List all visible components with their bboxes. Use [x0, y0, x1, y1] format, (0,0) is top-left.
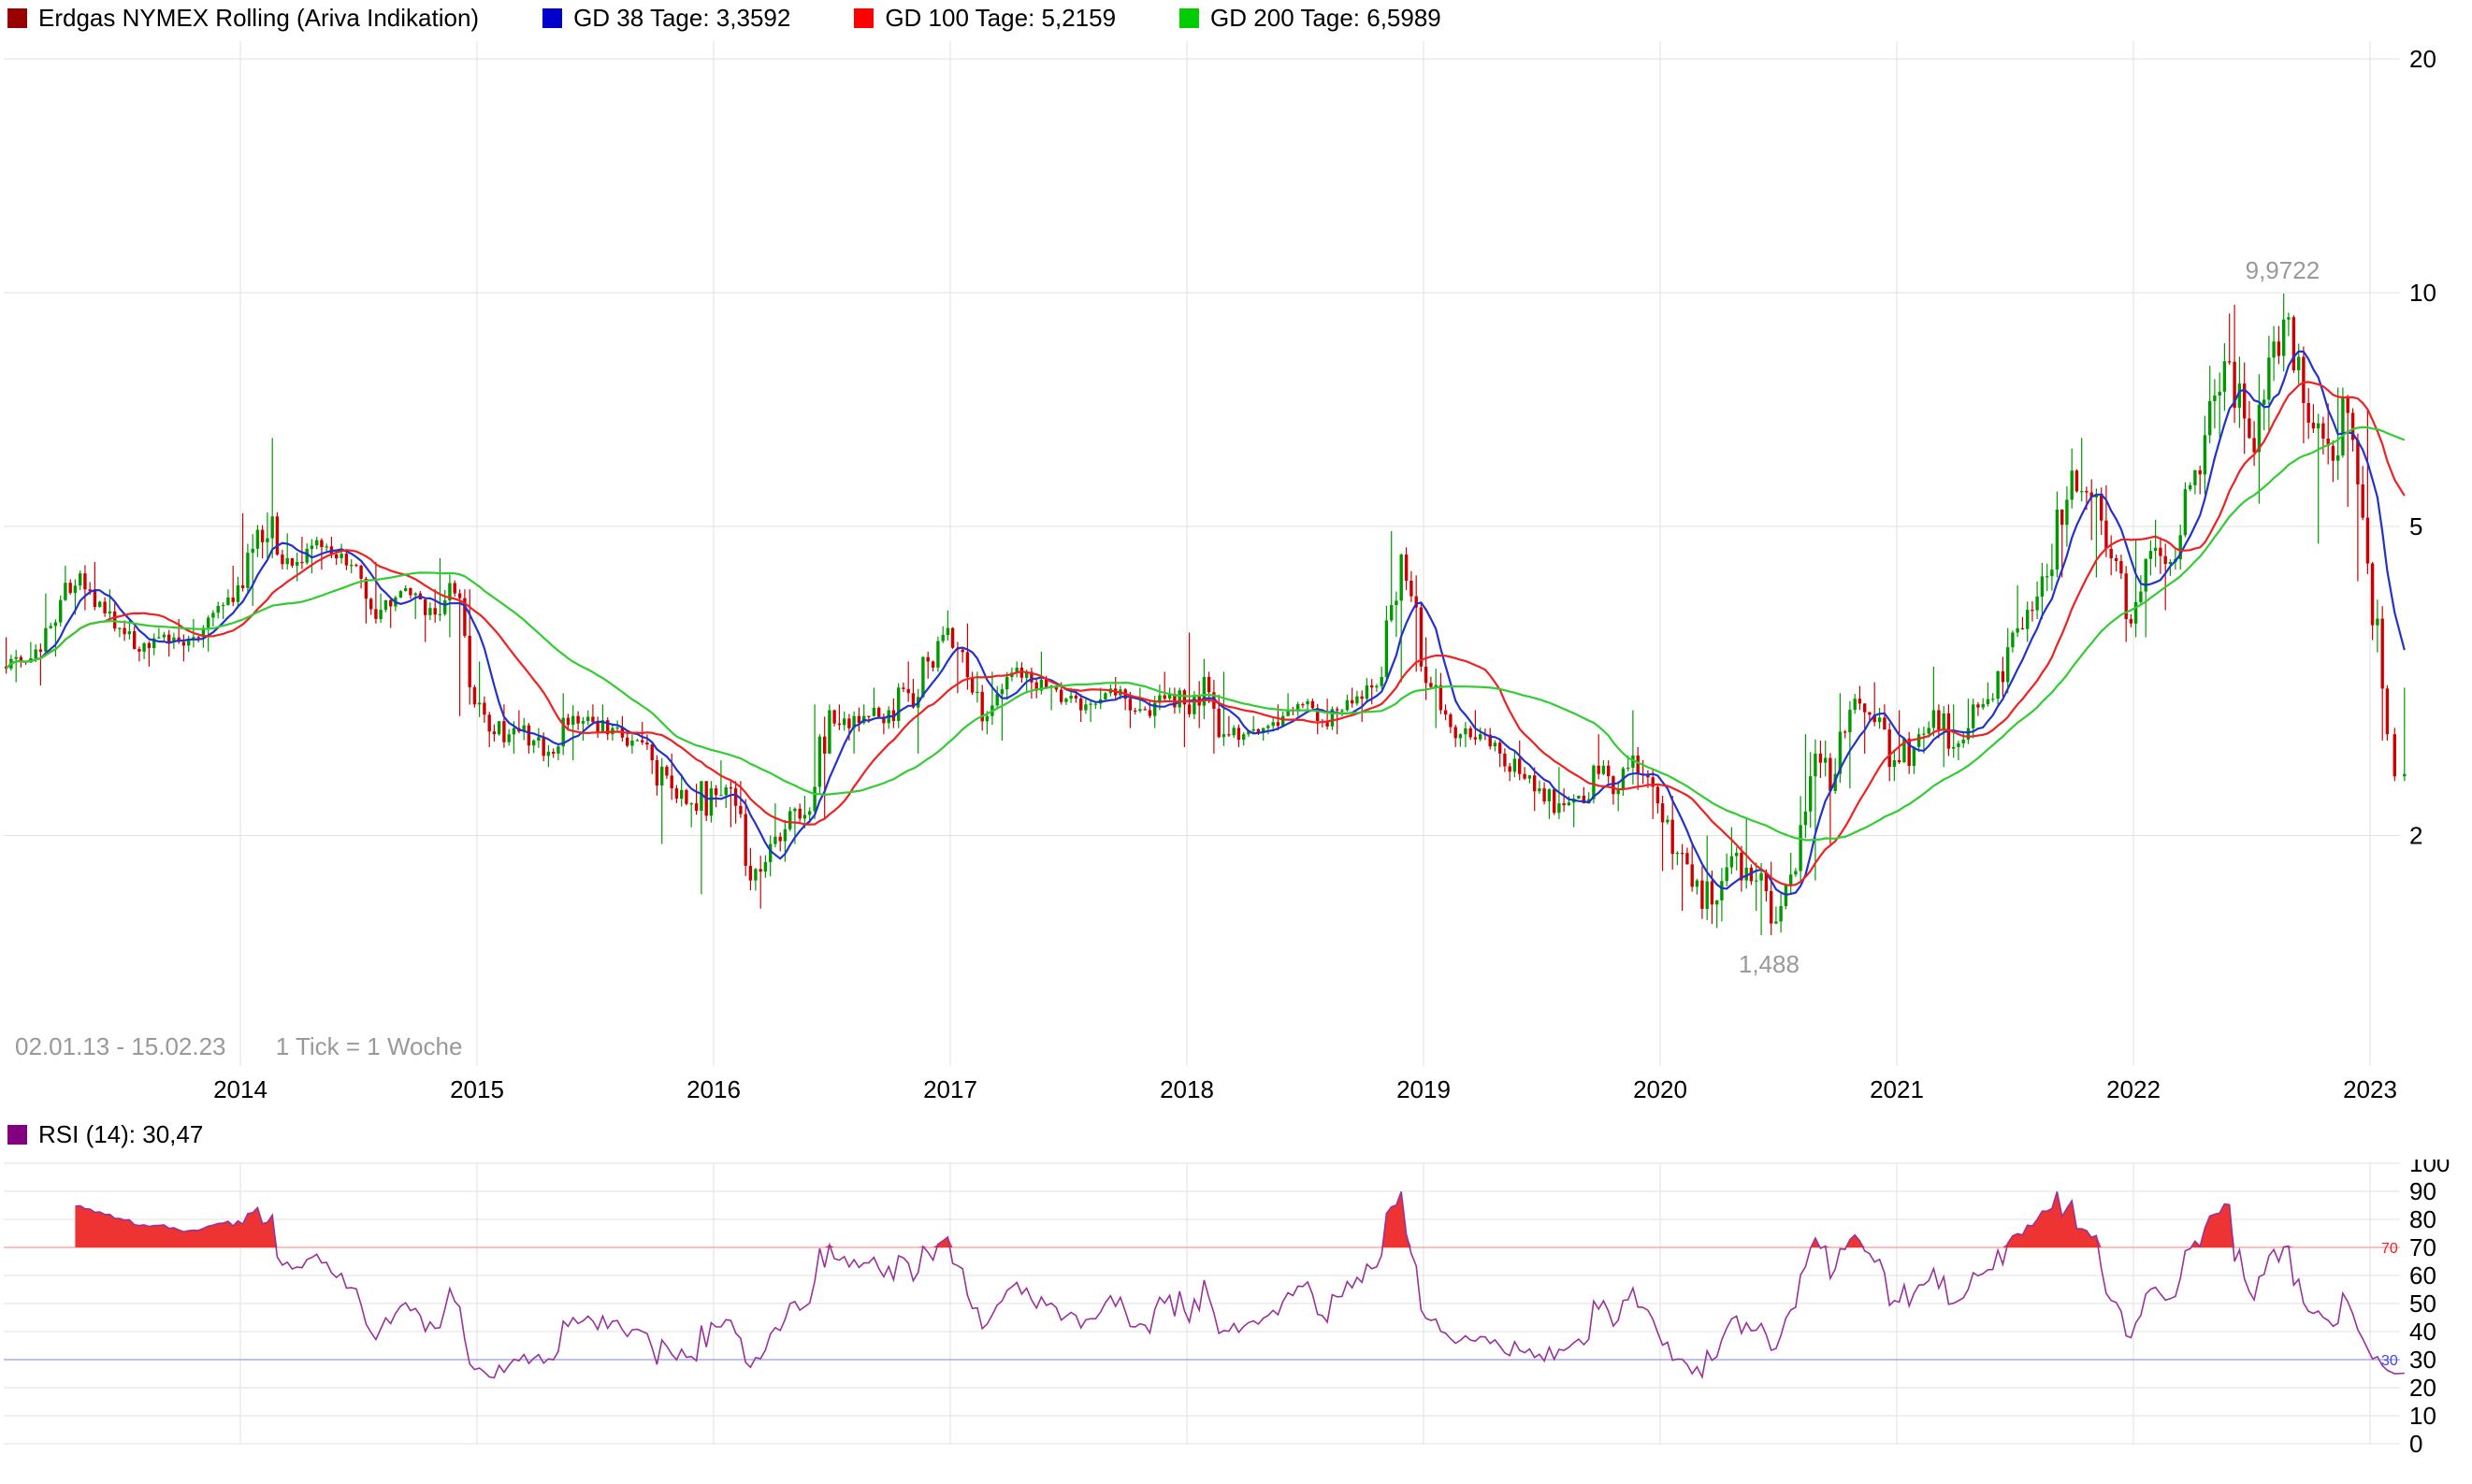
svg-text:30: 30	[2409, 1346, 2436, 1374]
legend-item-rsi: RSI (14): 30,47	[7, 1120, 203, 1149]
legend-item-gd200: GD 200 Tage: 6,5989	[1179, 4, 1441, 33]
legend-item-instrument: Erdgas NYMEX Rolling (Ariva Indikation)	[7, 4, 479, 33]
price-chart: 20 10 5 2 2014 2015 2016 2017 2018 2019 2020 2021 20…	[0, 32, 2472, 1113]
svg-text:2015: 2015	[450, 1075, 504, 1103]
svg-text:100: 100	[2409, 1160, 2450, 1177]
svg-text:9,9722: 9,9722	[2246, 256, 2320, 284]
gd200-label: GD 200 Tage: 6,5989	[1210, 4, 1441, 33]
rsi-legend: RSI (14): 30,47	[7, 1120, 267, 1149]
svg-text:2018: 2018	[1160, 1075, 1214, 1103]
gd38-swatch	[542, 8, 562, 28]
instrument-label: Erdgas NYMEX Rolling (Ariva Indikation)	[38, 4, 479, 33]
chart-footnote: 02.01.13 - 15.02.23 1 Tick = 1 Woche	[15, 1032, 505, 1061]
svg-text:2022: 2022	[2106, 1075, 2161, 1103]
svg-text:2016: 2016	[687, 1075, 741, 1103]
svg-text:2020: 2020	[1633, 1075, 1687, 1103]
svg-text:70: 70	[2409, 1233, 2436, 1261]
legend-item-gd100: GD 100 Tage: 5,2159	[854, 4, 1116, 33]
date-range-label: 02.01.13 - 15.02.23	[15, 1032, 226, 1060]
main-legend: Erdgas NYMEX Rolling (Ariva Indikation) …	[7, 4, 1505, 33]
svg-text:2021: 2021	[1870, 1075, 1924, 1103]
svg-text:10: 10	[2409, 279, 2436, 307]
rsi-label: RSI (14): 30,47	[38, 1120, 203, 1149]
gd200-swatch	[1179, 8, 1199, 28]
svg-text:50: 50	[2409, 1289, 2436, 1318]
legend-item-gd38: GD 38 Tage: 3,3592	[542, 4, 790, 33]
svg-text:0: 0	[2409, 1430, 2422, 1458]
gd100-swatch	[854, 8, 874, 28]
svg-text:2017: 2017	[923, 1075, 977, 1103]
rsi-chart: 10090807060504030201007030	[0, 1160, 2472, 1484]
svg-text:1,488: 1,488	[1739, 950, 1800, 978]
svg-text:2023: 2023	[2343, 1075, 2397, 1103]
svg-text:20: 20	[2409, 1374, 2436, 1402]
svg-text:2014: 2014	[213, 1075, 267, 1103]
svg-text:10: 10	[2409, 1402, 2436, 1430]
tick-info-label: 1 Tick = 1 Woche	[276, 1032, 463, 1060]
svg-text:70: 70	[2381, 1241, 2398, 1257]
svg-text:80: 80	[2409, 1205, 2436, 1233]
svg-text:5: 5	[2409, 512, 2422, 540]
gd100-label: GD 100 Tage: 5,2159	[885, 4, 1116, 33]
svg-text:2019: 2019	[1396, 1075, 1451, 1103]
rsi-swatch	[7, 1125, 27, 1145]
svg-text:60: 60	[2409, 1261, 2436, 1289]
gd38-label: GD 38 Tage: 3,3592	[573, 4, 790, 33]
svg-text:90: 90	[2409, 1177, 2436, 1205]
instrument-swatch	[7, 8, 27, 28]
svg-text:40: 40	[2409, 1318, 2436, 1346]
svg-text:2: 2	[2409, 822, 2422, 850]
svg-text:20: 20	[2409, 45, 2436, 73]
